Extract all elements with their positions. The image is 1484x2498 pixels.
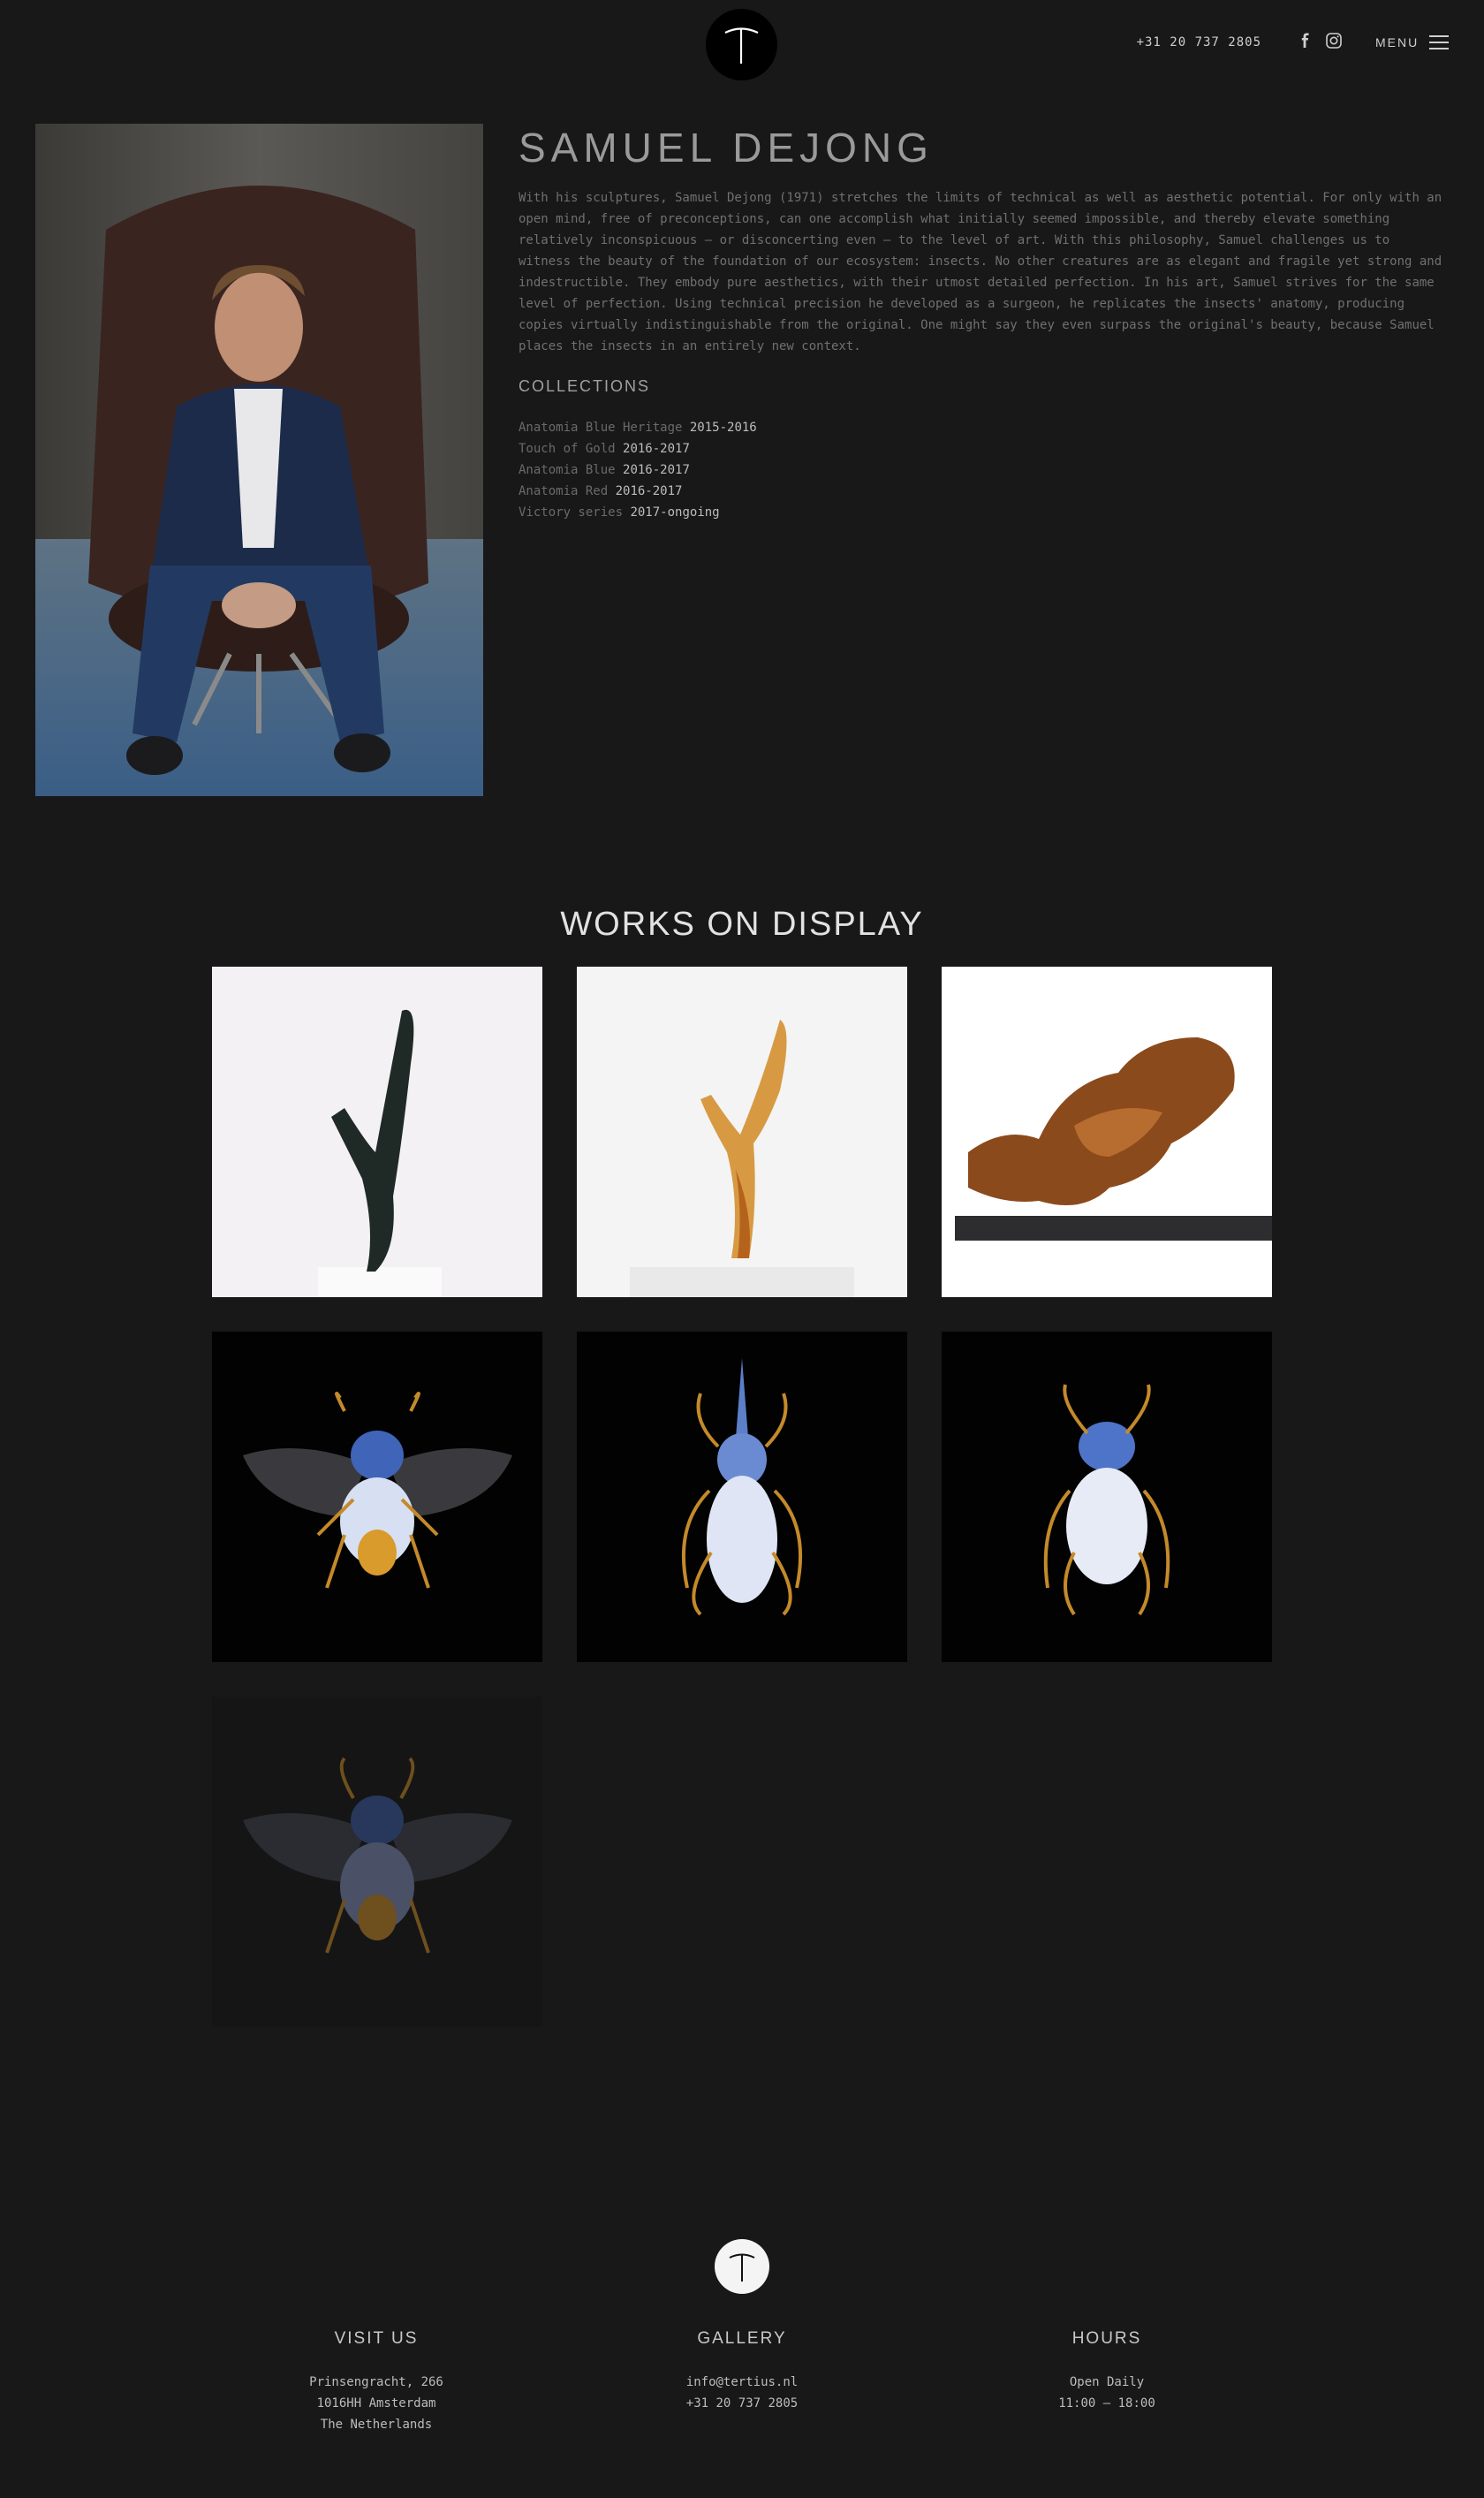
gallery-email-link[interactable]: info@tertius.nl (610, 2372, 874, 2393)
collection-item[interactable]: Anatomia Red 2016-2017 (519, 481, 757, 502)
header-phone[interactable]: +31 20 737 2805 (1137, 35, 1261, 49)
collection-item[interactable]: Touch of Gold 2016-2017 (519, 438, 757, 459)
site-header: +31 20 737 2805 MENU (0, 0, 1484, 88)
menu-label: MENU (1375, 35, 1420, 49)
work-tile-round-blue-beetle[interactable] (942, 1332, 1272, 1662)
footer-gallery-title: GALLERY (697, 2329, 787, 2348)
artist-name: SAMUEL DEJONG (519, 125, 934, 171)
t-logo-icon (724, 27, 759, 64)
footer-hours: HOURS Open Daily 11:00 – 18:00 (974, 2329, 1239, 2414)
collection-item[interactable]: Anatomia Blue 2016-2017 (519, 459, 757, 481)
work-tile-wood-sculpture[interactable] (942, 967, 1272, 1297)
footer-visit-title: VISIT US (334, 2329, 419, 2348)
tertius-logo[interactable] (706, 9, 777, 80)
address-line: The Netherlands (320, 2418, 433, 2432)
work-tile-winged-blue-beetle-faded[interactable] (212, 1697, 542, 2027)
work-tile-gold-victory[interactable] (577, 967, 907, 1297)
menu-button[interactable]: MENU (1375, 35, 1450, 49)
address-line: 1016HH Amsterdam (316, 2396, 436, 2411)
collections-list: Anatomia Blue Heritage 2015-2016 Touch o… (519, 417, 757, 523)
footer-logo[interactable] (715, 2239, 769, 2294)
collections-title: COLLECTIONS (519, 377, 651, 395)
facebook-icon[interactable] (1297, 32, 1314, 49)
artist-bio: With his sculptures, Samuel Dejong (1971… (519, 191, 1442, 353)
hours-line: Open Daily (1069, 2375, 1145, 2389)
collection-item[interactable]: Victory series 2017-ongoing (519, 502, 757, 523)
artist-portrait (35, 124, 483, 796)
work-tile-dark-victory[interactable] (212, 967, 542, 1297)
gallery-phone-link[interactable]: +31 20 737 2805 (610, 2393, 874, 2414)
footer-hours-title: HOURS (1071, 2329, 1142, 2348)
hours-line: 11:00 – 18:00 (1058, 2396, 1155, 2411)
t-logo-icon (729, 2253, 755, 2282)
address-line: Prinsengracht, 266 (309, 2375, 443, 2389)
collection-item[interactable]: Anatomia Blue Heritage 2015-2016 (519, 417, 757, 438)
hamburger-icon (1429, 35, 1450, 49)
social-links (1297, 32, 1343, 49)
footer-gallery: GALLERY info@tertius.nl +31 20 737 2805 (610, 2329, 874, 2414)
work-tile-horned-blue-beetle[interactable] (577, 1332, 907, 1662)
work-tile-winged-blue-beetle[interactable] (212, 1332, 542, 1662)
works-title: WORKS ON DISPLAY (560, 906, 924, 943)
footer-visit-us: VISIT US Prinsengracht, 266 1016HH Amste… (244, 2329, 509, 2435)
instagram-icon[interactable] (1325, 32, 1343, 49)
